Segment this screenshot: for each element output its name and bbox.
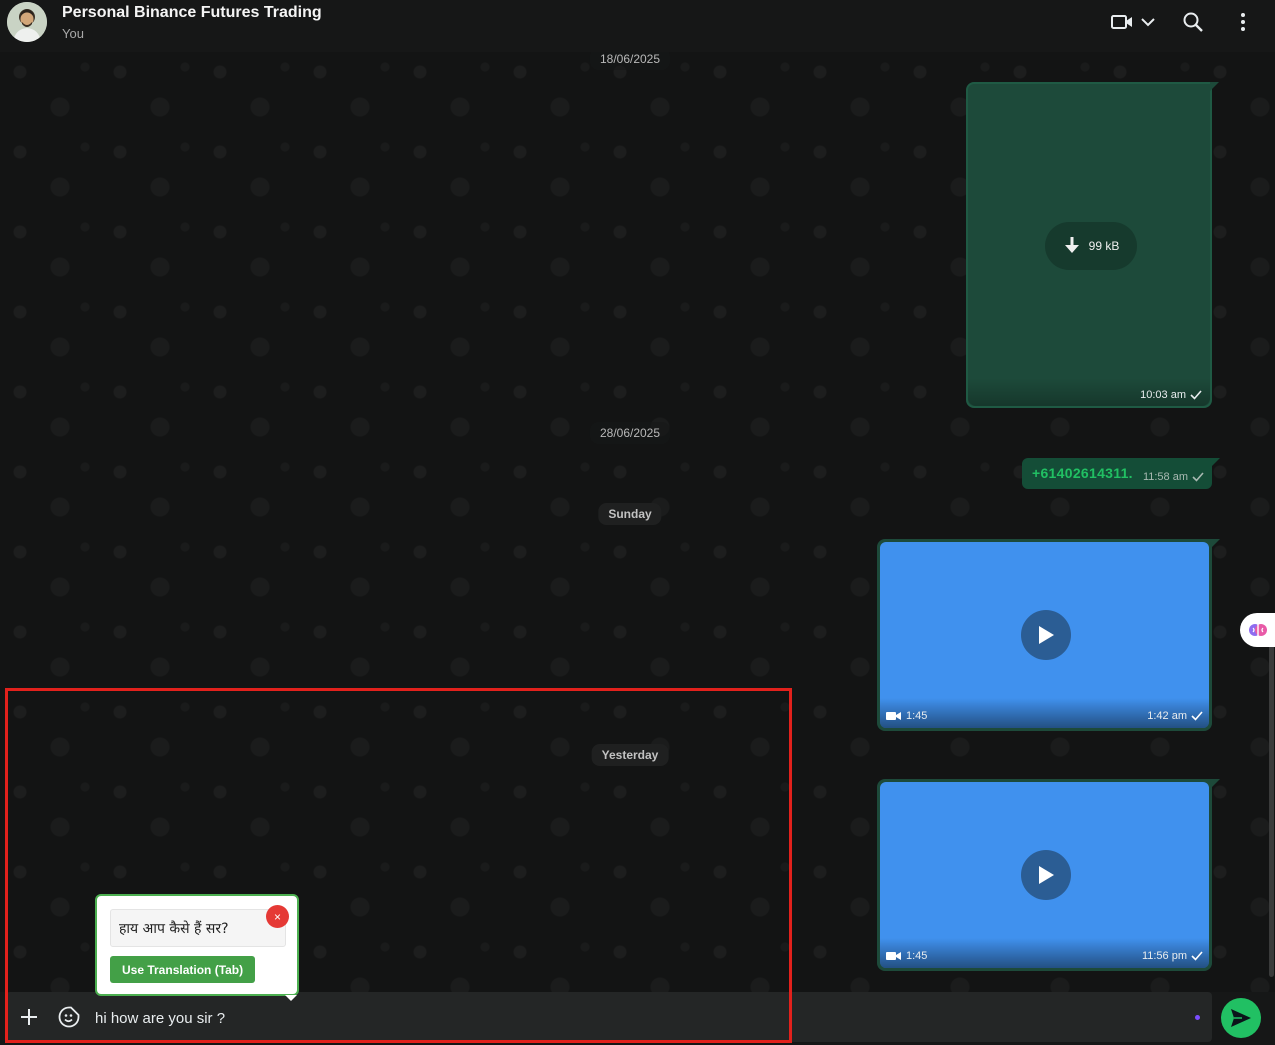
document-message[interactable]: 99 kB 10:03 am [966,82,1219,408]
chat-title: Personal Binance Futures Trading [62,4,322,21]
chat-area[interactable]: 18/06/2025 99 kB 10:03 am 28/06/2025 +61… [0,52,1275,992]
message-time: 10:03 am [1140,389,1186,401]
play-button[interactable] [1021,610,1071,660]
translation-popup: हाय आप कैसे हैं सर? × Use Translation (T… [95,894,299,1001]
close-popup-button[interactable]: × [266,905,289,928]
phone-message[interactable]: +61402614311. 11:58 am [1022,458,1220,489]
use-translation-button[interactable]: Use Translation (Tab) [110,956,256,983]
chevron-down-icon[interactable] [1134,8,1162,36]
search-icon[interactable] [1179,8,1207,36]
message-time: 1:42 am [1147,710,1187,722]
play-icon [1039,626,1054,644]
date-separator: Yesterday [591,744,669,766]
plus-icon[interactable] [16,1004,42,1030]
status-dot [1195,1015,1200,1020]
video-thumbnail[interactable]: 1:45 1:42 am [880,542,1209,728]
download-button[interactable]: 99 kB [1045,222,1137,270]
send-icon [1231,1009,1251,1027]
date-separator: 28/06/2025 [589,422,671,444]
video-camera-icon [886,712,901,720]
play-icon [1039,866,1054,884]
play-button[interactable] [1021,850,1071,900]
message-composer [0,992,1275,1045]
sticker-icon[interactable] [56,1004,82,1030]
message-input[interactable] [95,1007,1175,1029]
single-check-icon [1192,472,1204,482]
single-check-icon [1190,390,1202,400]
video-duration: 1:45 [886,950,927,962]
file-size: 99 kB [1088,239,1120,253]
message-meta: 11:58 am [1143,471,1204,483]
video-call-icon[interactable] [1108,8,1136,36]
video-message[interactable]: 1:45 1:42 am [877,539,1220,731]
brain-icon [1249,624,1267,636]
message-time: 11:58 am [1142,471,1188,483]
video-message[interactable]: 1:45 11:56 pm [877,779,1220,971]
send-button[interactable] [1221,998,1261,1038]
message-meta: 11:56 pm [1142,950,1203,962]
date-separator: Sunday [598,503,662,525]
scrollbar[interactable] [1269,637,1274,977]
chat-title-block[interactable]: Personal Binance Futures Trading You [62,4,322,41]
message-meta: 10:03 am [1140,389,1202,401]
chat-subtitle: You [62,26,84,41]
video-camera-icon [886,952,901,960]
duration-text: 1:45 [906,950,928,962]
message-time: 11:56 pm [1141,950,1187,962]
more-vert-icon[interactable] [1229,8,1257,36]
single-check-icon [1191,951,1203,961]
duration-text: 1:45 [906,710,928,722]
single-check-icon [1191,711,1203,721]
video-thumbnail[interactable]: 1:45 11:56 pm [880,782,1209,968]
download-icon [1064,237,1079,253]
date-separator: 18/06/2025 [589,52,671,70]
chat-header: Personal Binance Futures Trading You [0,0,1275,52]
extension-side-button[interactable] [1240,613,1275,647]
message-meta: 1:42 am [1147,710,1203,722]
avatar[interactable] [7,2,47,42]
video-duration: 1:45 [886,710,927,722]
translated-text: हाय आप कैसे हैं सर? [110,909,286,947]
phone-number-link[interactable]: +61402614311. [1032,465,1133,481]
